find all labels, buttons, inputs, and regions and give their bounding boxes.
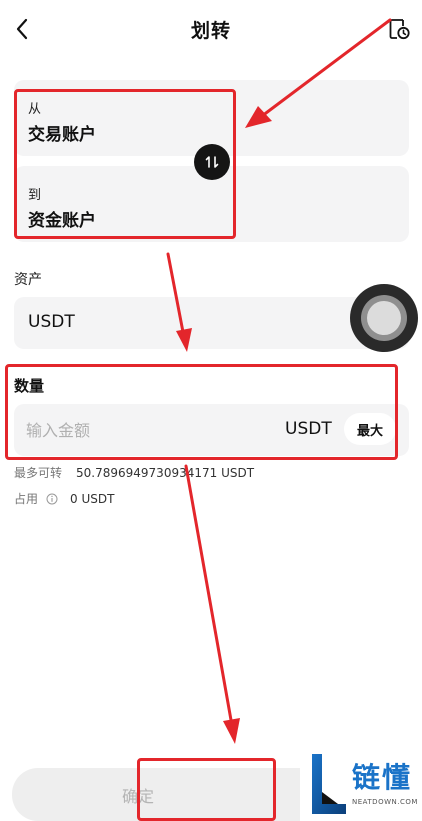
max-transferable-label: 最多可转 xyxy=(14,466,63,480)
used-label: 占用 xyxy=(14,492,39,506)
floating-button-core xyxy=(367,301,401,335)
max-transferable-row: 最多可转 50.7896949730934171 USDT xyxy=(14,464,254,481)
used-row: 占用 0 USDT xyxy=(14,490,114,507)
history-button[interactable] xyxy=(384,14,414,44)
annotation-box-amount xyxy=(5,364,398,460)
watermark-l-icon xyxy=(312,754,346,814)
watermark-logo: 链懂 NEATDOWN.COM xyxy=(302,748,422,821)
max-transferable-value: 50.7896949730934171 USDT xyxy=(76,465,255,480)
app-header: 划转 xyxy=(0,0,422,58)
document-clock-icon xyxy=(389,19,410,40)
floating-assistive-button[interactable] xyxy=(350,284,418,352)
asset-value: USDT xyxy=(28,312,75,332)
used-value: 0 USDT xyxy=(70,491,115,506)
watermark-brand: 链懂 xyxy=(352,761,413,794)
page-title: 划转 xyxy=(190,20,231,42)
annotation-arrow-confirm xyxy=(184,464,240,744)
annotation-box-accounts xyxy=(14,89,236,239)
annotation-box-confirm xyxy=(137,758,276,821)
watermark-site: NEATDOWN.COM xyxy=(352,798,418,806)
info-icon[interactable] xyxy=(46,493,58,505)
asset-label: 资产 xyxy=(14,272,42,288)
floating-button-ring xyxy=(361,295,407,341)
